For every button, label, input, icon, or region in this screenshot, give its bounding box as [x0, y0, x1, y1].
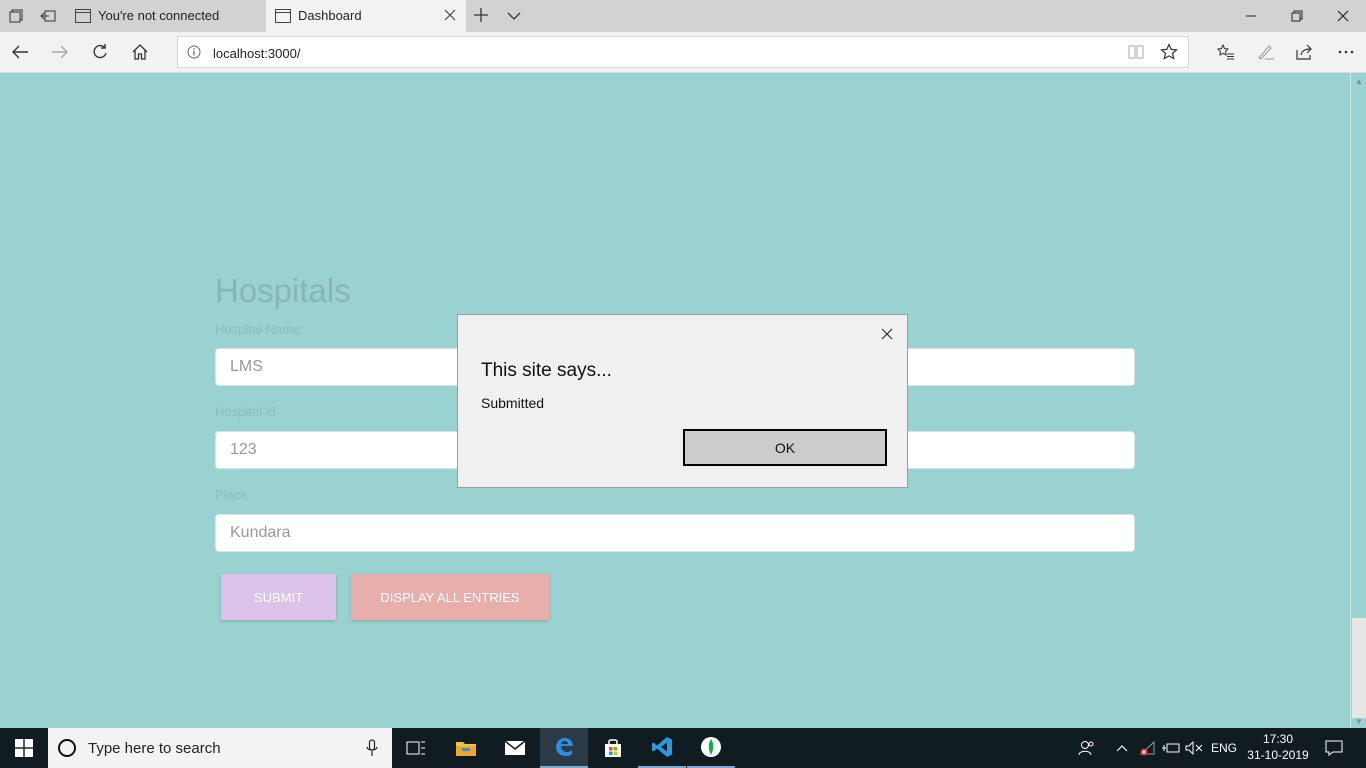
taskbar-clock[interactable]: 17:30 31-10-2019 [1246, 731, 1310, 763]
home-icon[interactable] [128, 40, 152, 64]
close-tab-icon[interactable] [444, 9, 456, 24]
hospital-name-label: Hospital Name: [215, 322, 304, 337]
edge-browser-icon[interactable] [540, 728, 588, 768]
close-dialog-icon[interactable] [881, 327, 893, 345]
set-aside-tabs-icon[interactable] [32, 0, 64, 32]
microsoft-store-icon[interactable] [589, 728, 637, 768]
display-all-entries-button[interactable]: DISPLAY ALL ENTRIES [351, 574, 549, 620]
more-options-icon[interactable] [1334, 40, 1358, 64]
ok-button[interactable]: OK [683, 429, 887, 466]
favorites-hub-icon[interactable] [1214, 40, 1238, 64]
restore-icon[interactable] [1274, 0, 1320, 32]
url-text[interactable]: localhost:3000/ [213, 46, 300, 61]
tab-dashboard[interactable]: Dashboard [266, 0, 466, 32]
action-center-icon[interactable] [1318, 728, 1350, 768]
site-info-icon[interactable] [187, 45, 201, 64]
pen-icon[interactable] [1254, 40, 1278, 64]
page-title: Hospitals [215, 272, 351, 309]
scroll-thumb[interactable] [1352, 618, 1366, 718]
taskbar-search-box[interactable]: Type here to search [48, 728, 392, 768]
dialog-message: Submitted [481, 395, 545, 411]
address-bar[interactable]: localhost:3000/ [177, 36, 1189, 68]
page-scrollbar[interactable]: ▲ ▼ [1350, 73, 1366, 728]
tab-label: Dashboard [298, 8, 362, 23]
battery-power-icon[interactable] [1160, 728, 1182, 768]
network-disconnected-icon[interactable] [1136, 728, 1158, 768]
tab-not-connected[interactable]: You're not connected [66, 0, 266, 32]
windows-taskbar: Type here to search ENG 17:30 31-10-2019 [0, 728, 1366, 768]
tab-manager-icon[interactable] [0, 0, 32, 32]
new-tab-icon[interactable] [472, 6, 490, 29]
vscode-icon[interactable] [638, 728, 686, 768]
search-placeholder: Type here to search [88, 740, 221, 757]
page-icon [75, 9, 91, 26]
forward-arrow-icon[interactable] [48, 40, 72, 64]
minimize-icon[interactable] [1228, 0, 1274, 32]
scroll-down-icon[interactable]: ▼ [1355, 717, 1363, 726]
dialog-title: This site says... [481, 360, 612, 381]
people-icon[interactable] [1074, 728, 1100, 768]
place-label: Place [215, 487, 248, 502]
clock-time: 17:30 [1262, 732, 1294, 746]
place-input[interactable]: Kundara [215, 514, 1135, 552]
task-view-icon[interactable] [392, 728, 440, 768]
close-window-icon[interactable] [1320, 0, 1366, 32]
file-explorer-icon[interactable] [442, 728, 490, 768]
browser-tab-bar: You're not connected Dashboard [0, 0, 1366, 32]
mail-icon[interactable] [491, 728, 539, 768]
reading-view-icon[interactable] [1128, 44, 1144, 65]
mongodb-compass-icon[interactable] [687, 728, 735, 768]
tab-label: You're not connected [98, 8, 220, 23]
refresh-icon[interactable] [88, 40, 112, 64]
show-hidden-icons-chevron-icon[interactable] [1112, 728, 1132, 768]
alert-dialog: This site says... Submitted OK [457, 314, 908, 488]
microphone-icon[interactable] [366, 739, 378, 762]
back-arrow-icon[interactable] [8, 40, 32, 64]
hospital-id-label: Hospital id [215, 404, 276, 419]
share-icon[interactable] [1293, 40, 1317, 64]
tab-preview-chevron-icon[interactable] [506, 8, 522, 29]
browser-toolbar: localhost:3000/ [0, 32, 1366, 73]
page-icon [275, 9, 291, 26]
language-indicator[interactable]: ENG [1207, 728, 1241, 768]
scroll-up-icon[interactable]: ▲ [1355, 77, 1363, 86]
cortana-circle-icon [57, 738, 77, 763]
volume-muted-icon[interactable] [1183, 728, 1205, 768]
windows-start-icon[interactable] [0, 728, 48, 768]
submit-button[interactable]: SUBMIT [221, 574, 336, 620]
clock-date: 31-10-2019 [1247, 748, 1309, 762]
favorite-star-icon[interactable] [1160, 43, 1178, 66]
